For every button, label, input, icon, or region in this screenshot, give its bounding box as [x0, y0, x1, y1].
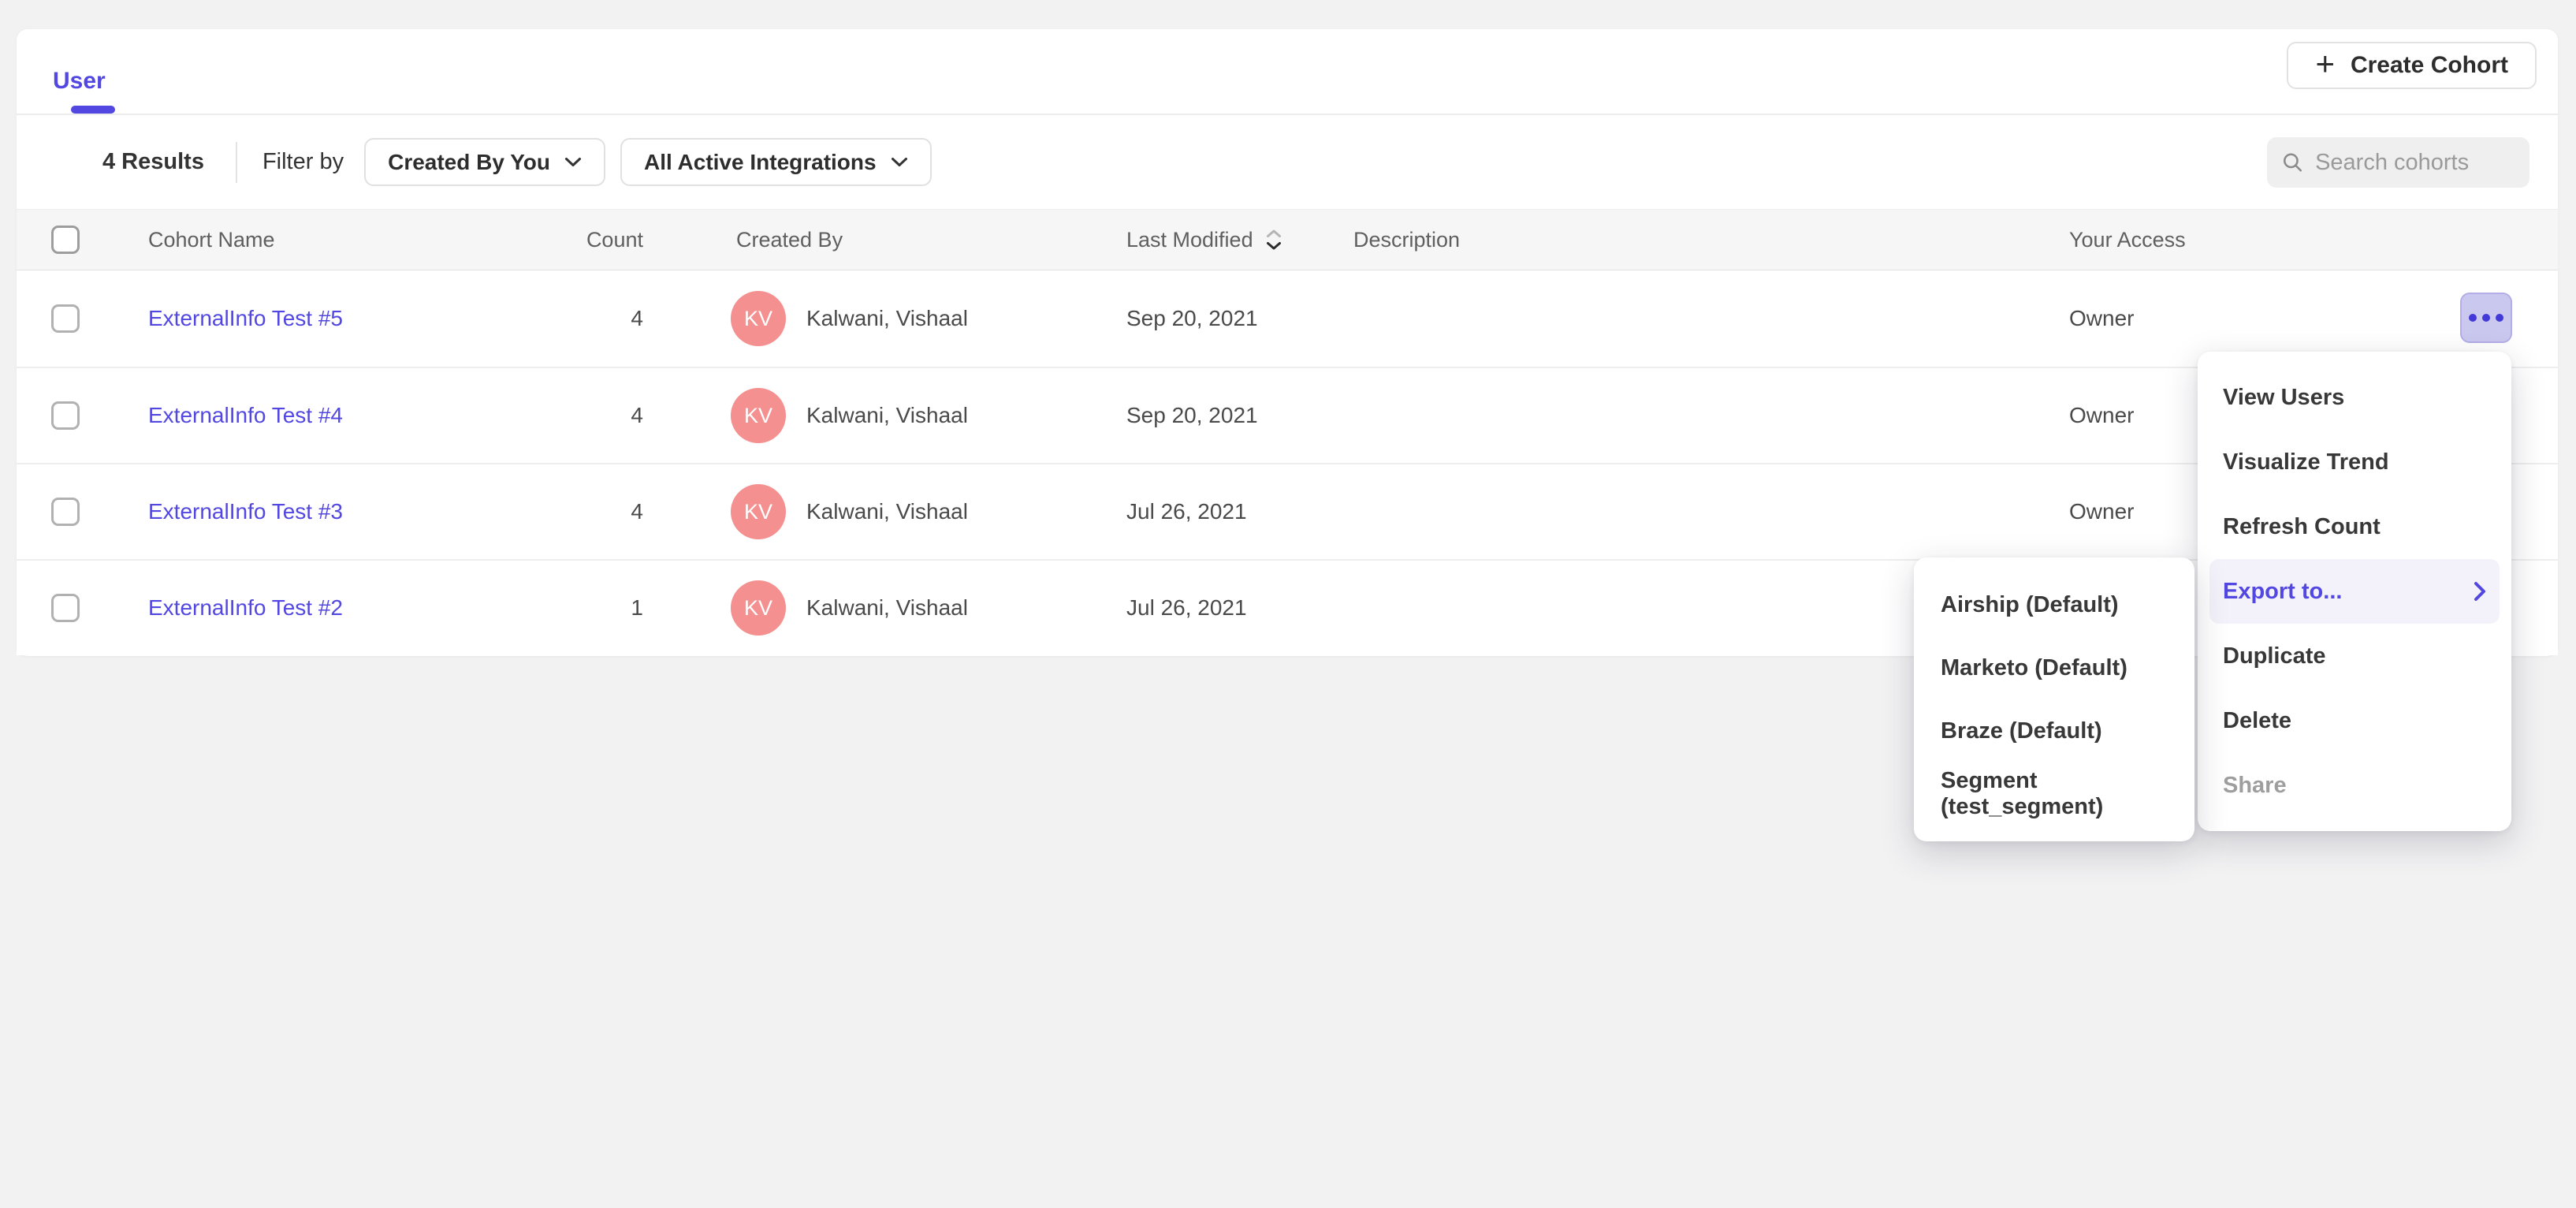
cohort-name-link[interactable]: ExternalInfo Test #5 [148, 306, 343, 331]
cohort-count: 1 [490, 561, 643, 655]
row-actions-menu: View Users Visualize Trend Refresh Count… [2198, 352, 2511, 831]
table-row: ExternalInfo Test #5 4 KV Kalwani, Visha… [17, 270, 2558, 367]
search-icon [2281, 149, 2304, 176]
last-modified-date: Jul 26, 2021 [1126, 464, 1247, 559]
submenu-item-braze[interactable]: Braze (Default) [1914, 699, 2194, 762]
header-cohort-name: Cohort Name [148, 210, 275, 270]
integrations-filter-dropdown[interactable]: All Active Integrations [620, 138, 932, 186]
header-your-access: Your Access [2069, 210, 2186, 270]
created-by-filter-label: Created By You [388, 150, 550, 175]
creator-name: Kalwani, Vishaal [806, 306, 968, 331]
submenu-item-marketo[interactable]: Marketo (Default) [1914, 636, 2194, 699]
access-level: Owner [2069, 368, 2134, 463]
header-count: Count [490, 210, 643, 270]
sort-icon[interactable] [1266, 229, 1282, 250]
created-by-filter-dropdown[interactable]: Created By You [364, 138, 605, 186]
cohort-name-link[interactable]: ExternalInfo Test #3 [148, 499, 343, 524]
last-modified-date: Sep 20, 2021 [1126, 270, 1258, 367]
access-level: Owner [2069, 464, 2134, 559]
integrations-filter-label: All Active Integrations [644, 150, 877, 175]
filter-by-label: Filter by [262, 149, 344, 175]
creator-name: Kalwani, Vishaal [806, 595, 968, 621]
cohort-name-link[interactable]: ExternalInfo Test #4 [148, 403, 343, 428]
row-checkbox[interactable] [51, 498, 80, 526]
last-modified-date: Sep 20, 2021 [1126, 368, 1258, 463]
submenu-item-airship[interactable]: Airship (Default) [1914, 573, 2194, 636]
divider [236, 142, 237, 183]
header-last-modified-label: Last Modified [1126, 228, 1253, 252]
table-row: ExternalInfo Test #4 4 KV Kalwani, Visha… [17, 367, 2558, 463]
row-actions-button[interactable] [2460, 293, 2512, 343]
cohort-count: 4 [490, 464, 643, 559]
create-cohort-label: Create Cohort [2351, 52, 2508, 79]
search-cohorts-box [2267, 137, 2529, 188]
cohort-name-link[interactable]: ExternalInfo Test #2 [148, 595, 343, 621]
tab-user[interactable]: User [51, 68, 107, 114]
results-count: 4 Results [102, 149, 204, 175]
menu-item-visualize-trend[interactable]: Visualize Trend [2198, 430, 2511, 494]
submenu-item-segment[interactable]: Segment (test_segment) [1914, 762, 2194, 826]
table-header-row: Cohort Name Count Created By Last Modifi… [17, 209, 2558, 270]
menu-item-export-to[interactable]: Export to... [2209, 559, 2500, 624]
row-checkbox[interactable] [51, 401, 80, 430]
access-level: Owner [2069, 270, 2134, 367]
filter-bar: 4 Results Filter by Created By You All A… [17, 115, 2558, 209]
search-input[interactable] [2315, 150, 2515, 176]
creator-name: Kalwani, Vishaal [806, 499, 968, 524]
header-last-modified[interactable]: Last Modified [1126, 210, 1282, 270]
create-cohort-button[interactable]: + Create Cohort [2287, 42, 2537, 89]
export-submenu: Airship (Default) Marketo (Default) Braz… [1914, 557, 2194, 841]
dots-icon [2469, 314, 2477, 322]
avatar: KV [731, 484, 786, 539]
row-checkbox[interactable] [51, 594, 80, 622]
select-all-checkbox[interactable] [51, 226, 80, 254]
creator-name: Kalwani, Vishaal [806, 403, 968, 428]
avatar: KV [731, 291, 786, 346]
menu-item-duplicate[interactable]: Duplicate [2198, 624, 2511, 688]
table-row: ExternalInfo Test #3 4 KV Kalwani, Visha… [17, 463, 2558, 559]
menu-item-view-users[interactable]: View Users [2198, 365, 2511, 430]
last-modified-date: Jul 26, 2021 [1126, 561, 1247, 655]
tab-user-label: User [53, 68, 106, 94]
chevron-right-icon [2474, 581, 2486, 602]
header-description: Description [1353, 210, 1460, 270]
menu-item-share: Share [2198, 753, 2511, 818]
cohort-count: 4 [490, 368, 643, 463]
cohort-count: 4 [490, 270, 643, 367]
menu-item-delete[interactable]: Delete [2198, 688, 2511, 753]
avatar: KV [731, 388, 786, 443]
export-to-label: Export to... [2223, 579, 2342, 605]
plus-icon: + [2315, 47, 2335, 80]
chevron-down-icon [564, 157, 582, 167]
menu-item-refresh-count[interactable]: Refresh Count [2198, 494, 2511, 559]
tab-bar: User + Create Cohort [17, 29, 2558, 115]
row-checkbox[interactable] [51, 304, 80, 333]
tab-user-active-underline [71, 106, 115, 114]
header-created-by: Created By [736, 210, 843, 270]
chevron-down-icon [891, 157, 908, 167]
avatar: KV [731, 580, 786, 636]
